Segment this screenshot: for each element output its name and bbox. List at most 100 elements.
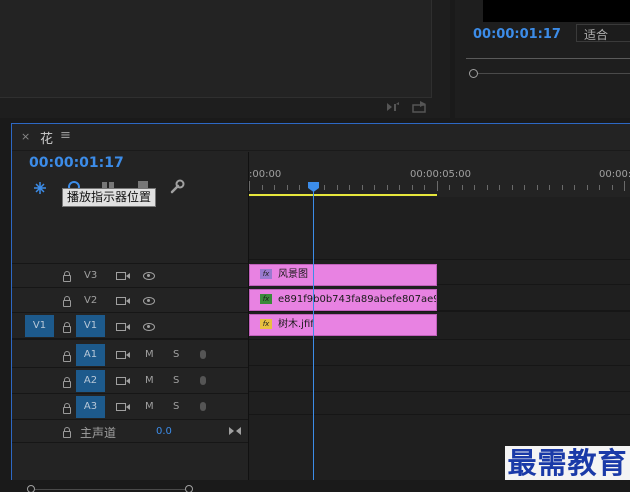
- insert-icon[interactable]: [386, 102, 400, 112]
- zoom-select[interactable]: 适合: [576, 24, 630, 42]
- clip-scenery[interactable]: fx 风景图: [249, 264, 437, 286]
- sync-lock-icon[interactable]: [116, 377, 130, 385]
- source-patch-v1[interactable]: V1: [25, 315, 54, 337]
- work-area-bar[interactable]: [249, 194, 437, 196]
- ruler-tick: [474, 185, 475, 190]
- clip-name: 风景图: [278, 269, 308, 280]
- mic-icon[interactable]: [200, 376, 206, 385]
- clip-name: 树木.jfif: [278, 319, 314, 330]
- ruler-tick: [449, 185, 450, 190]
- track-header-a3[interactable]: A3 M S: [12, 395, 248, 420]
- mute-button[interactable]: M: [145, 349, 154, 360]
- lock-icon[interactable]: [63, 271, 71, 282]
- eye-icon[interactable]: [143, 323, 155, 331]
- track-row-v3[interactable]: [249, 236, 630, 260]
- solo-button[interactable]: S: [173, 375, 179, 386]
- ruler-tick: [299, 185, 300, 190]
- eye-icon[interactable]: [143, 272, 155, 280]
- ruler-tick: [286, 185, 288, 190]
- mute-button[interactable]: M: [145, 401, 154, 412]
- horizontal-scrollbar[interactable]: [0, 480, 630, 492]
- clip-tree[interactable]: fx 树木.jfif: [249, 314, 437, 336]
- ruler-tick: [324, 185, 325, 190]
- solo-button[interactable]: S: [173, 349, 179, 360]
- track-row-master[interactable]: [249, 393, 630, 415]
- time-ruler[interactable]: :00:00 00:00:05:00 00:00:1: [249, 152, 630, 197]
- scroll-bar-track[interactable]: [35, 489, 185, 490]
- mute-button[interactable]: M: [145, 375, 154, 386]
- mic-icon[interactable]: [200, 350, 206, 359]
- ruler-ticks: [249, 181, 630, 191]
- ruler-tick: [386, 185, 388, 190]
- sync-lock-icon[interactable]: [116, 351, 130, 359]
- fx-badge[interactable]: fx: [260, 269, 272, 279]
- solo-button[interactable]: S: [173, 401, 179, 412]
- go-to-edges-icon[interactable]: [228, 426, 242, 436]
- ruler-tick: [411, 185, 413, 190]
- clip-name: e891f9b0b743fa89abefe807ae9b2746: [278, 294, 436, 305]
- track-target-a2[interactable]: A2: [76, 370, 105, 392]
- scroll-handle-left[interactable]: [27, 485, 35, 492]
- program-zoom-bar[interactable]: [478, 73, 630, 74]
- sync-lock-icon[interactable]: [116, 403, 130, 411]
- program-zoom-handle[interactable]: [469, 69, 478, 78]
- track-header-master[interactable]: 主声道 0.0: [12, 421, 248, 443]
- ruler-tick: [349, 185, 350, 190]
- sync-lock-icon[interactable]: [116, 323, 130, 331]
- sync-lock-icon[interactable]: [116, 297, 130, 305]
- ruler-tick: [536, 185, 538, 190]
- ruler-tick: [549, 185, 550, 190]
- program-timecode[interactable]: 00:00:01:17: [473, 27, 561, 42]
- track-target-a1[interactable]: A1: [76, 344, 105, 366]
- export-frame-icon[interactable]: [412, 101, 428, 113]
- track-header-v2[interactable]: V2: [12, 289, 248, 313]
- master-volume-value[interactable]: 0.0: [156, 426, 172, 437]
- fx-badge[interactable]: fx: [260, 319, 272, 329]
- ruler-tick: [561, 185, 563, 190]
- ruler-label: 00:00:05:00: [410, 169, 472, 180]
- lock-icon[interactable]: [63, 296, 71, 307]
- track-target-v1[interactable]: V1: [76, 315, 105, 337]
- sync-lock-icon[interactable]: [116, 272, 130, 280]
- sequence-tab-title[interactable]: 花: [40, 128, 53, 147]
- lock-icon[interactable]: [63, 403, 71, 414]
- program-monitor-view: [483, 0, 630, 22]
- lock-icon[interactable]: [63, 322, 71, 333]
- close-icon[interactable]: ×: [21, 130, 30, 143]
- fx-badge[interactable]: fx: [260, 294, 272, 304]
- source-monitor-panel: [0, 0, 450, 118]
- ruler-tick: [274, 185, 275, 190]
- ruler-tick: [574, 185, 575, 190]
- program-scrub-track[interactable]: [466, 58, 630, 59]
- ruler-tick: [599, 185, 600, 190]
- track-header-a2[interactable]: A2 M S: [12, 369, 248, 394]
- timeline-timecode[interactable]: 00:00:01:17: [29, 155, 124, 171]
- track-header-a1[interactable]: A1 M S: [12, 343, 248, 368]
- mic-icon[interactable]: [200, 402, 206, 411]
- wrench-icon[interactable]: [169, 179, 185, 195]
- nest-toggle-icon[interactable]: [32, 180, 48, 196]
- timeline-tab-row: × 花 ≡: [12, 124, 630, 151]
- scroll-handle-right[interactable]: [185, 485, 193, 492]
- ruler-tick: [486, 185, 488, 190]
- playhead-line[interactable]: [313, 191, 314, 492]
- ruler-tick: [624, 181, 625, 191]
- eye-icon[interactable]: [143, 297, 155, 305]
- clip-hash-image[interactable]: fx e891f9b0b743fa89abefe807ae9b2746: [249, 289, 437, 311]
- track-header-v3[interactable]: V3: [12, 264, 248, 288]
- ruler-tick: [511, 185, 513, 190]
- ruler-label: :00:00: [249, 169, 282, 180]
- track-target-a3[interactable]: A3: [76, 396, 105, 418]
- track-header-v1[interactable]: V1 V1: [12, 314, 248, 340]
- lock-icon[interactable]: [63, 427, 71, 438]
- ruler-tick: [424, 185, 425, 190]
- ruler-tick: [249, 181, 250, 191]
- lock-icon[interactable]: [63, 351, 71, 362]
- lock-icon[interactable]: [63, 377, 71, 388]
- ruler-label: 00:00:1: [599, 169, 630, 180]
- playhead-position-tooltip: 播放指示器位置: [62, 188, 157, 207]
- track-row-a2[interactable]: [249, 341, 630, 366]
- panel-menu-icon[interactable]: ≡: [60, 128, 71, 143]
- track-content-area: :00:00 00:00:05:00 00:00:1 fx 风景图 fx e891f…: [248, 152, 630, 492]
- track-row-a3[interactable]: [249, 367, 630, 392]
